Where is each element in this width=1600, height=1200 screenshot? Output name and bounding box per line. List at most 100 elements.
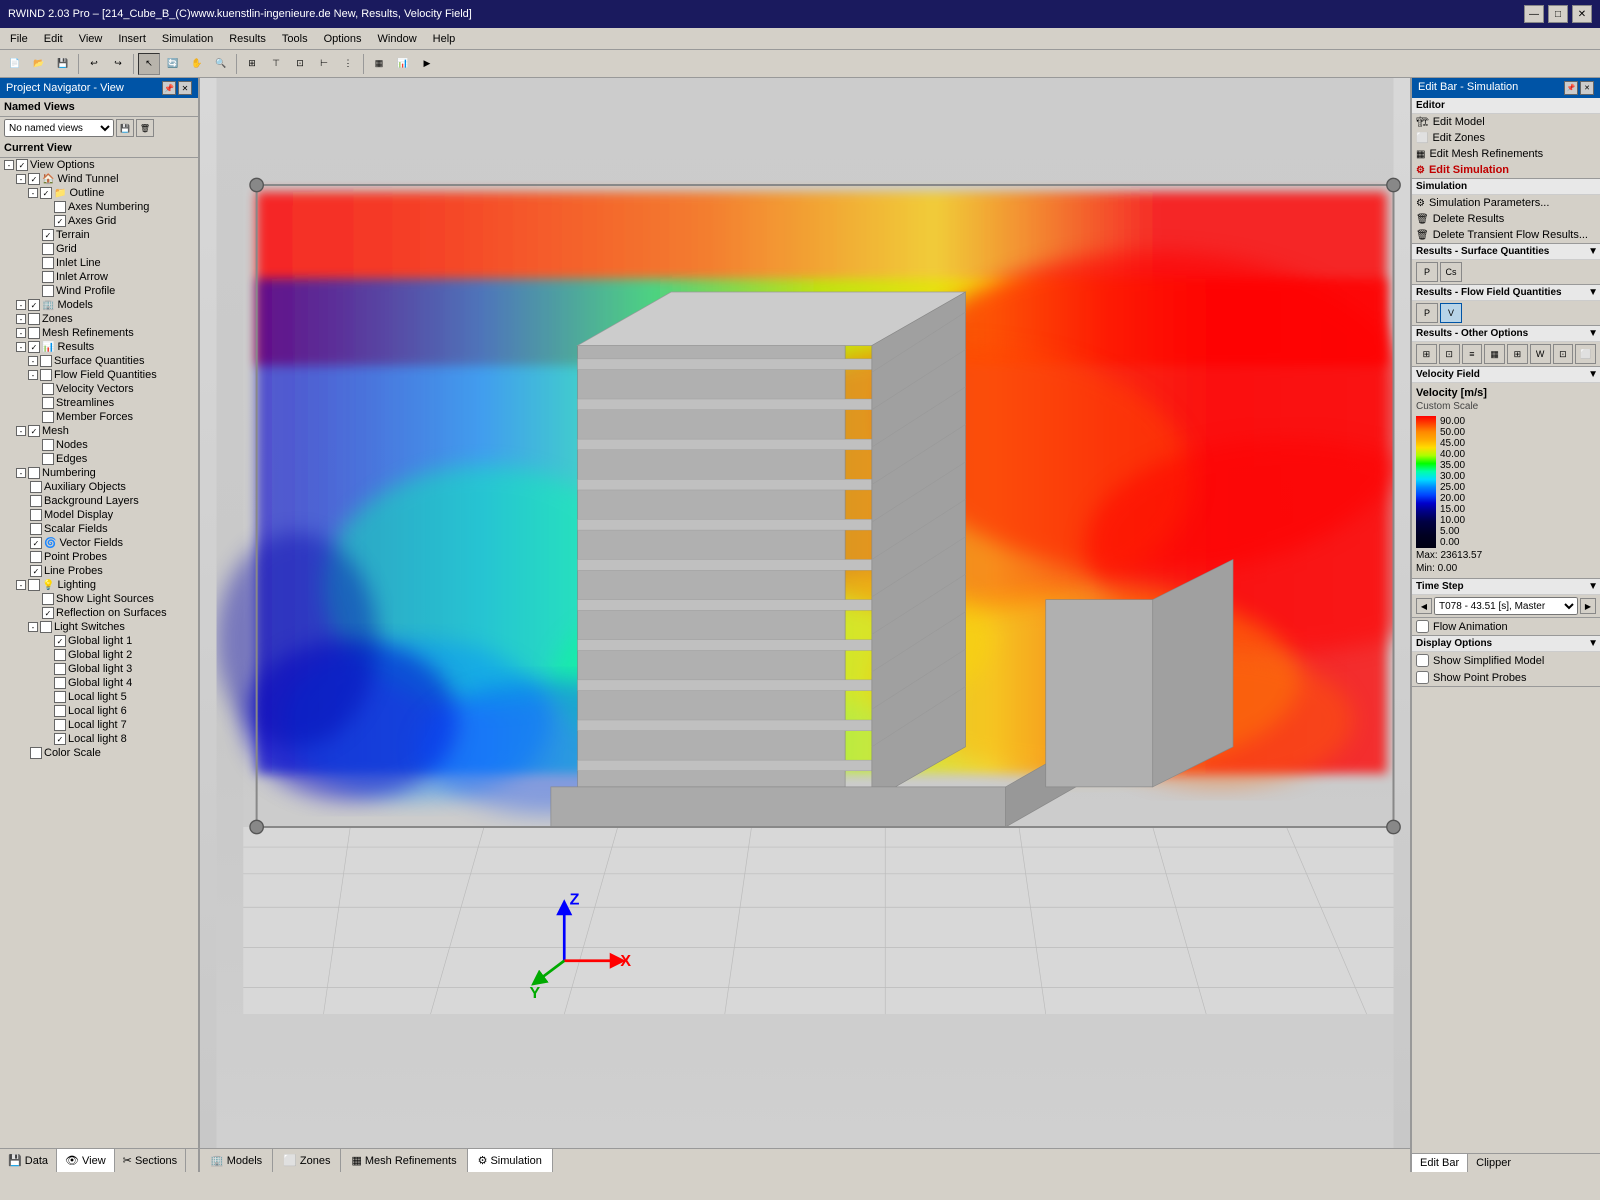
toolbar-animate[interactable]: ▶ — [416, 53, 438, 75]
tree-item-4[interactable]: Axes Grid — [0, 214, 198, 228]
simulation-params-btn[interactable]: ⚙ Simulation Parameters... — [1412, 195, 1600, 211]
toolbar-undo[interactable]: ↩ — [83, 53, 105, 75]
toolbar-select[interactable]: ↖ — [138, 53, 160, 75]
tree-checkbox-13[interactable] — [28, 341, 40, 353]
tree-expander-33[interactable]: - — [28, 622, 38, 632]
tree-expander-1[interactable]: - — [16, 174, 26, 184]
toolbar-zoom[interactable]: 🔍 — [210, 53, 232, 75]
viewport-tab-simulation[interactable]: ⚙ Simulation — [468, 1149, 553, 1172]
flow-p-btn[interactable]: P — [1416, 303, 1438, 323]
other-opt-5[interactable]: ⊞ — [1507, 344, 1528, 364]
tree-item-2[interactable]: -📁Outline — [0, 186, 198, 200]
toolbar-view-3d[interactable]: ⋮ — [337, 53, 359, 75]
toolbar-save[interactable]: 💾 — [52, 53, 74, 75]
toolbar-view-top[interactable]: ⊤ — [265, 53, 287, 75]
right-panel-pin[interactable]: 📌 — [1564, 81, 1578, 95]
tab-view[interactable]: 👁 View — [57, 1149, 115, 1172]
edit-bar-tab[interactable]: Edit Bar — [1412, 1154, 1468, 1172]
toolbar-results[interactable]: 📊 — [392, 53, 414, 75]
tree-checkbox-0[interactable] — [16, 159, 28, 171]
toolbar-rotate[interactable]: 🔄 — [162, 53, 184, 75]
time-step-toggle[interactable]: ▼ — [1586, 579, 1600, 594]
tree-item-40[interactable]: Local light 7 — [0, 718, 198, 732]
corner-handle-bl[interactable] — [250, 820, 263, 833]
tree-item-18[interactable]: Member Forces — [0, 410, 198, 424]
corner-handle-tr[interactable] — [1387, 178, 1400, 191]
tree-item-30[interactable]: -💡Lighting — [0, 578, 198, 592]
menu-insert[interactable]: Insert — [110, 31, 154, 47]
named-views-select[interactable]: No named views — [4, 119, 114, 137]
tree-checkbox-7[interactable] — [42, 257, 54, 269]
menu-help[interactable]: Help — [425, 31, 464, 47]
tree-checkbox-24[interactable] — [30, 495, 42, 507]
tree-checkbox-8[interactable] — [42, 271, 54, 283]
tree-checkbox-40[interactable] — [54, 719, 66, 731]
edit-simulation-btn[interactable]: ⚙ Edit Simulation — [1412, 162, 1600, 178]
tree-checkbox-19[interactable] — [28, 425, 40, 437]
tree-expander-2[interactable]: - — [28, 188, 38, 198]
velocity-field-toggle[interactable]: ▼ — [1586, 367, 1600, 382]
other-opt-7[interactable]: ⊡ — [1553, 344, 1574, 364]
delete-results-btn[interactable]: 🗑 Delete Results — [1412, 211, 1600, 227]
tree-checkbox-22[interactable] — [28, 467, 40, 479]
toolbar-fit[interactable]: ⊞ — [241, 53, 263, 75]
tree-checkbox-27[interactable] — [30, 537, 42, 549]
tree-item-16[interactable]: Velocity Vectors — [0, 382, 198, 396]
tree-checkbox-37[interactable] — [54, 677, 66, 689]
viewport-tab-zones[interactable]: ⬜ Zones — [273, 1149, 341, 1172]
viewport-tab-mesh[interactable]: ▦ Mesh Refinements — [341, 1149, 467, 1172]
tree-checkbox-11[interactable] — [28, 313, 40, 325]
tree-item-15[interactable]: -Flow Field Quantities — [0, 368, 198, 382]
tree-checkbox-16[interactable] — [42, 383, 54, 395]
tree-item-28[interactable]: Point Probes — [0, 550, 198, 564]
delete-transient-btn[interactable]: 🗑 Delete Transient Flow Results... — [1412, 227, 1600, 243]
tree-item-5[interactable]: Terrain — [0, 228, 198, 242]
tree-item-6[interactable]: Grid — [0, 242, 198, 256]
tree-item-0[interactable]: -View Options — [0, 158, 198, 172]
tree-item-29[interactable]: Line Probes — [0, 564, 198, 578]
tree-checkbox-25[interactable] — [30, 509, 42, 521]
time-prev-btn[interactable]: ◀ — [1416, 598, 1432, 614]
tree-item-36[interactable]: Global light 3 — [0, 662, 198, 676]
other-opt-8[interactable]: ⬜ — [1575, 344, 1596, 364]
tree-checkbox-18[interactable] — [42, 411, 54, 423]
tree-item-12[interactable]: -Mesh Refinements — [0, 326, 198, 340]
maximize-button[interactable]: □ — [1548, 5, 1568, 23]
tree-item-3[interactable]: Axes Numbering — [0, 200, 198, 214]
toolbar-view-right[interactable]: ⊢ — [313, 53, 335, 75]
tree-item-26[interactable]: Scalar Fields — [0, 522, 198, 536]
tree-item-37[interactable]: Global light 4 — [0, 676, 198, 690]
tree-expander-10[interactable]: - — [16, 300, 26, 310]
tree-checkbox-26[interactable] — [30, 523, 42, 535]
toolbar-redo[interactable]: ↪ — [107, 53, 129, 75]
minimize-button[interactable]: — — [1524, 5, 1544, 23]
tree-checkbox-12[interactable] — [28, 327, 40, 339]
tree-checkbox-2[interactable] — [40, 187, 52, 199]
toolbar-pan[interactable]: ✋ — [186, 53, 208, 75]
tree-checkbox-20[interactable] — [42, 439, 54, 451]
tree-checkbox-1[interactable] — [28, 173, 40, 185]
tree-checkbox-38[interactable] — [54, 691, 66, 703]
menu-results[interactable]: Results — [221, 31, 274, 47]
tree-checkbox-41[interactable] — [54, 733, 66, 745]
other-opt-4[interactable]: ▦ — [1484, 344, 1505, 364]
show-point-probes-checkbox[interactable] — [1416, 671, 1429, 684]
flow-v-btn[interactable]: V — [1440, 303, 1462, 323]
tree-checkbox-39[interactable] — [54, 705, 66, 717]
corner-handle-tl[interactable] — [250, 178, 263, 191]
tree-item-42[interactable]: Color Scale — [0, 746, 198, 760]
tree-item-34[interactable]: Global light 1 — [0, 634, 198, 648]
tree-checkbox-28[interactable] — [30, 551, 42, 563]
tree-item-32[interactable]: Reflection on Surfaces — [0, 606, 198, 620]
surface-p-btn[interactable]: P — [1416, 262, 1438, 282]
named-views-delete-btn[interactable]: 🗑 — [136, 119, 154, 137]
other-opt-1[interactable]: ⊞ — [1416, 344, 1437, 364]
tree-checkbox-10[interactable] — [28, 299, 40, 311]
tree-checkbox-21[interactable] — [42, 453, 54, 465]
tree-checkbox-9[interactable] — [42, 285, 54, 297]
tab-sections[interactable]: ✂ Sections — [115, 1149, 186, 1172]
show-simplified-model-checkbox[interactable] — [1416, 654, 1429, 667]
tree-checkbox-23[interactable] — [30, 481, 42, 493]
tree-checkbox-5[interactable] — [42, 229, 54, 241]
tree-checkbox-4[interactable] — [54, 215, 66, 227]
